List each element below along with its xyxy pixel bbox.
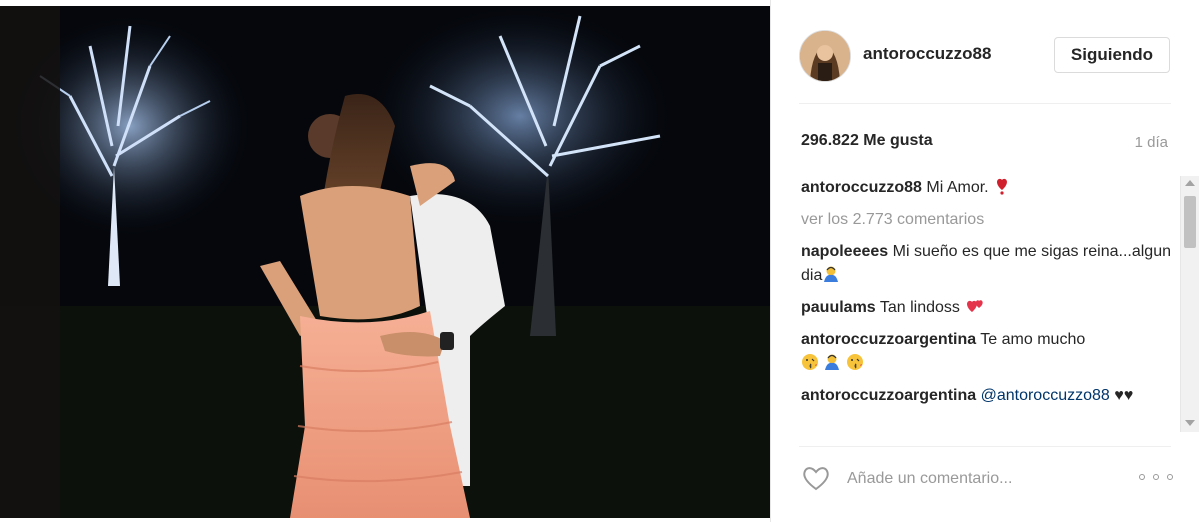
comments-list: antoroccuzzo88 Mi Amor. ver los 2.773 co… bbox=[801, 176, 1171, 436]
post-photo[interactable] bbox=[0, 6, 770, 518]
more-options-icon[interactable] bbox=[1139, 470, 1173, 484]
person-bowing-emoji bbox=[824, 266, 839, 282]
comment-username[interactable]: napoleeees bbox=[801, 243, 888, 260]
instagram-post-viewer: antoroccuzzo88 Siguiendo 296.822 Me gust… bbox=[0, 0, 1200, 522]
avatar[interactable] bbox=[799, 30, 851, 82]
following-button[interactable]: Siguiendo bbox=[1054, 37, 1170, 73]
kiss-face-emoji bbox=[846, 354, 863, 370]
dot-icon bbox=[1139, 474, 1145, 480]
view-all-comments-link[interactable]: ver los 2.773 comentarios bbox=[801, 208, 1171, 232]
two-hearts-emoji bbox=[967, 300, 984, 312]
dot-icon bbox=[1153, 474, 1159, 480]
caption-username[interactable]: antoroccuzzo88 bbox=[801, 179, 922, 196]
post-username[interactable]: antoroccuzzo88 bbox=[863, 44, 991, 64]
comment-mention[interactable]: @antoroccuzzo88 bbox=[981, 387, 1110, 404]
comment-hearts: ♥♥ bbox=[1114, 387, 1134, 404]
like-heart-icon[interactable] bbox=[801, 464, 831, 492]
caption-text: Mi Amor. bbox=[926, 179, 989, 196]
caption: antoroccuzzo88 Mi Amor. bbox=[801, 176, 1171, 200]
scroll-thumb[interactable] bbox=[1184, 196, 1196, 248]
comment-username[interactable]: antoroccuzzoargentina bbox=[801, 387, 976, 404]
post-header: antoroccuzzo88 Siguiendo bbox=[771, 0, 1200, 104]
header-divider bbox=[799, 103, 1171, 104]
comment-username[interactable]: antoroccuzzoargentina bbox=[801, 331, 976, 348]
kiss-face-emoji bbox=[802, 354, 818, 370]
scroll-up-arrow-icon[interactable] bbox=[1185, 180, 1195, 186]
comment-username[interactable]: pauulams bbox=[801, 299, 876, 316]
likes-count[interactable]: 296.822 Me gusta bbox=[801, 132, 933, 150]
comment-item: pauulams Tan lindoss bbox=[801, 296, 1171, 320]
comment-item: antoroccuzzoargentina @antoroccuzzo88 ♥♥ bbox=[801, 384, 1171, 408]
dot-icon bbox=[1167, 474, 1173, 480]
avatar-image bbox=[800, 31, 850, 81]
scroll-down-arrow-icon[interactable] bbox=[1185, 420, 1195, 426]
person-bowing-emoji bbox=[825, 354, 840, 370]
post-sidebar: antoroccuzzo88 Siguiendo 296.822 Me gust… bbox=[770, 0, 1200, 522]
photo-illustration bbox=[0, 6, 770, 518]
comment-text: Te amo mucho bbox=[980, 331, 1086, 348]
footer-divider bbox=[799, 446, 1171, 447]
comment-text: Tan lindoss bbox=[879, 299, 960, 316]
comments-scrollbar[interactable] bbox=[1180, 176, 1199, 432]
add-comment-input[interactable] bbox=[845, 464, 1149, 494]
post-timestamp[interactable]: 1 día bbox=[1135, 134, 1168, 151]
comment-item: napoleeees Mi sueño es que me sigas rein… bbox=[801, 240, 1171, 288]
heart-exclamation-emoji bbox=[997, 178, 1008, 195]
comment-item: antoroccuzzoargentina Te amo mucho bbox=[801, 328, 1171, 376]
